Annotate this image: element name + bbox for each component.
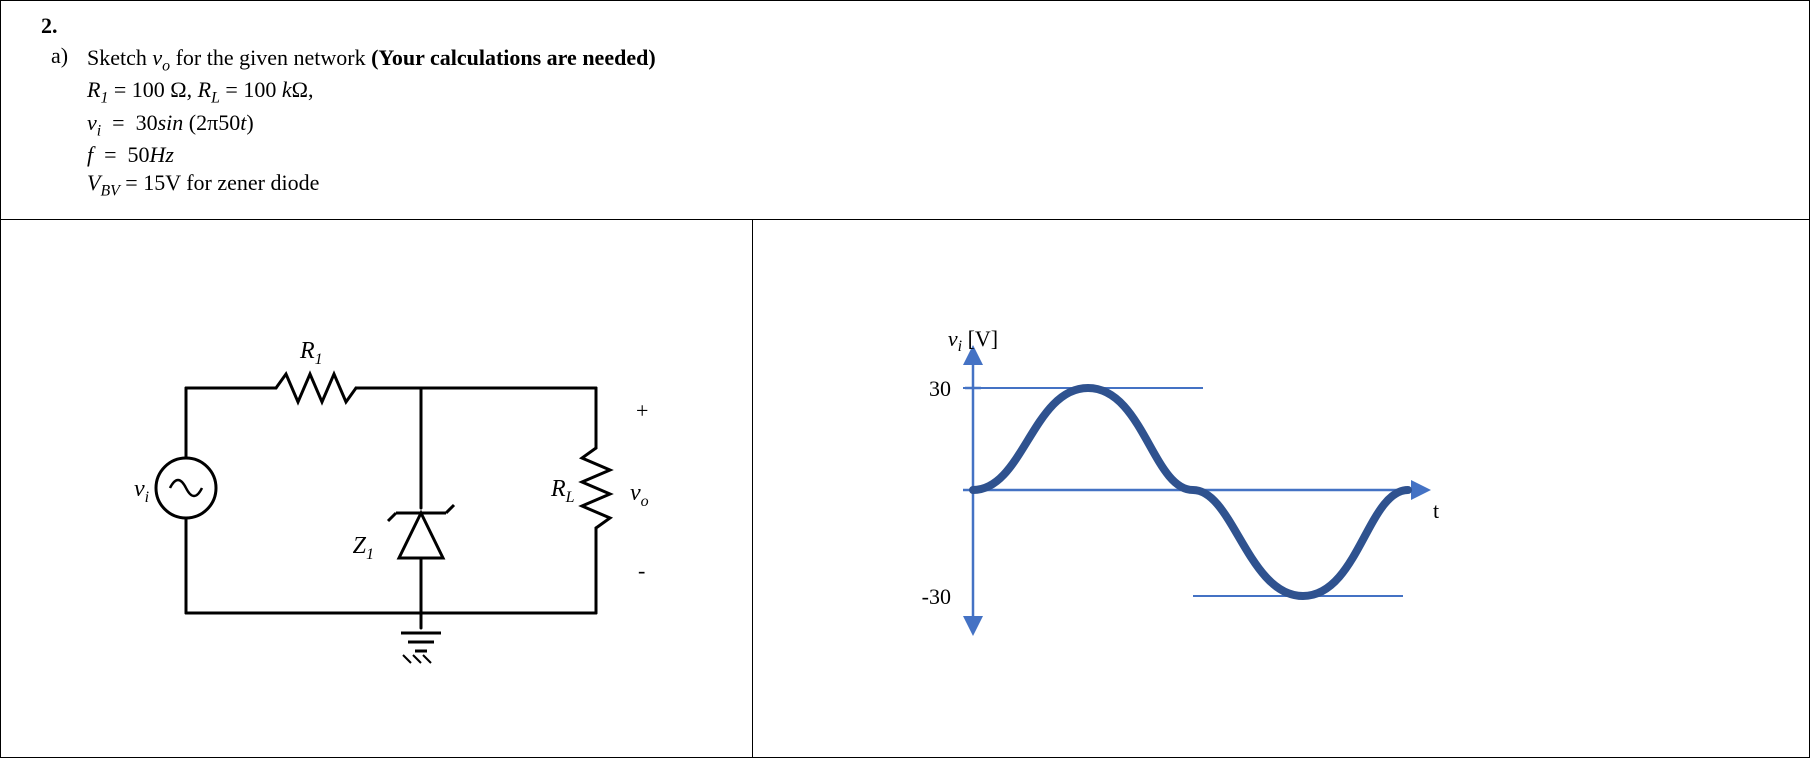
prompt-var: v <box>152 45 162 70</box>
y-axis-label: vi [V] <box>948 326 998 355</box>
vbv-line: VBV = 15V for zener diode <box>87 170 1789 200</box>
part-a-marker: a) <box>51 43 73 203</box>
ground-icon <box>401 633 441 663</box>
x-axis-label: t <box>1433 498 1439 523</box>
circuit-cell: vi R1 Z1 <box>1 220 753 757</box>
part-a-content: Sketch vo for the given network (Your ca… <box>87 43 1789 203</box>
prompt-prefix: Sketch <box>87 45 152 70</box>
source-label: vi <box>134 476 149 506</box>
vi-waveform-plot: vi [V] 30 -30 t <box>833 318 1453 658</box>
z1-label: Z1 <box>353 533 374 563</box>
minus-sign: - <box>638 558 645 583</box>
prompt-var-sub: o <box>162 57 170 74</box>
y-min-label: -30 <box>922 584 951 609</box>
r1-label: R1 <box>299 338 323 368</box>
vi-line: vi = 30sin (2π50t) <box>87 110 1789 140</box>
r-line: R1 = 100 Ω, RL = 100 kΩ, <box>87 77 1789 107</box>
plot-cell: vi [V] 30 -30 t <box>753 220 1809 757</box>
prompt-mid: for the given network <box>170 45 371 70</box>
y-max-label: 30 <box>929 376 951 401</box>
f-line: f = 50Hz <box>87 142 1789 168</box>
sine-wave <box>973 388 1408 596</box>
plus-sign: + <box>636 398 648 423</box>
prompt-bold: (Your calculations are needed) <box>371 45 656 70</box>
prompt-line: Sketch vo for the given network (Your ca… <box>87 45 1789 75</box>
circuit-diagram: vi R1 Z1 <box>76 308 676 668</box>
figures-row: vi R1 Z1 <box>1 220 1809 757</box>
question-number: 2. <box>41 13 1789 39</box>
page-frame: 2. a) Sketch vo for the given network (Y… <box>0 0 1810 758</box>
part-a: a) Sketch vo for the given network (Your… <box>51 43 1789 203</box>
vo-label: vo <box>630 480 649 510</box>
zener-diode-icon <box>388 505 454 563</box>
problem-statement-cell: 2. a) Sketch vo for the given network (Y… <box>1 1 1809 220</box>
rl-label: RL <box>550 476 575 506</box>
